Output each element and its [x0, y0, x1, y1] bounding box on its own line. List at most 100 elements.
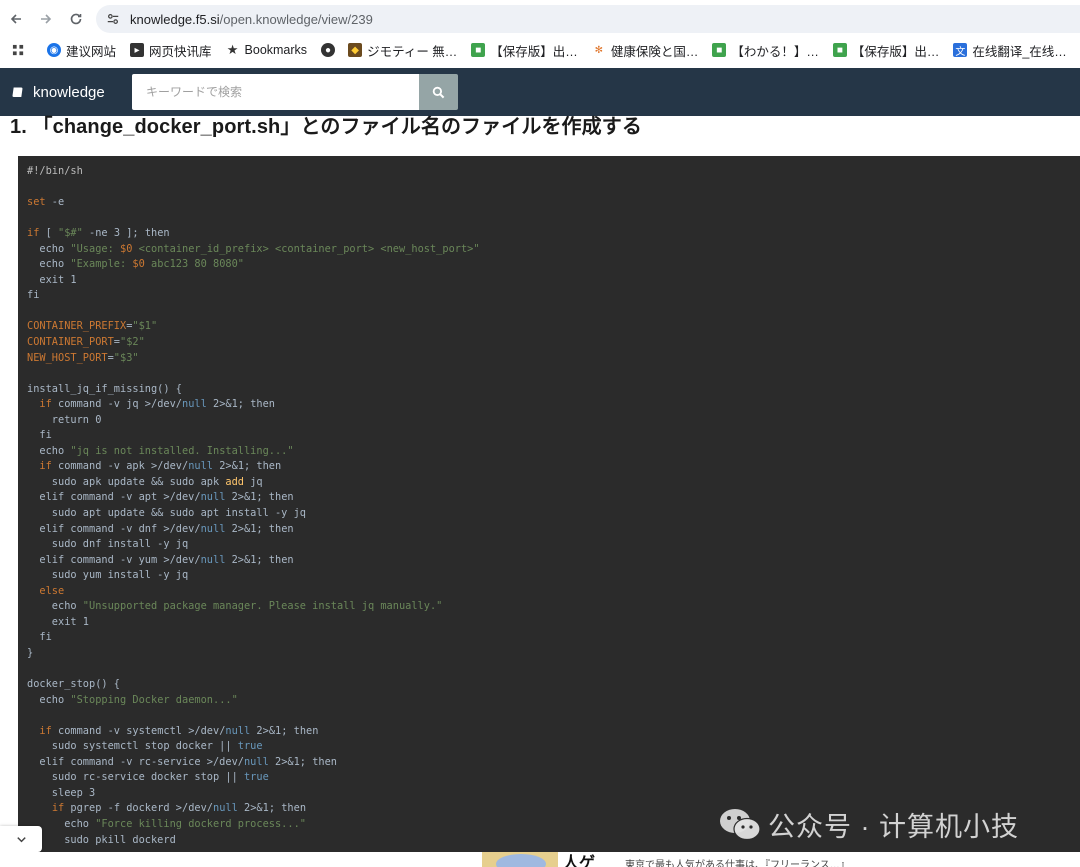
- code-token: echo: [27, 600, 83, 613]
- code-token: else: [39, 584, 65, 597]
- search-button[interactable]: [419, 74, 458, 110]
- code-line: if command -v apk >/dev/null 2>&1; then: [27, 459, 480, 475]
- ad-text[interactable]: 東京で最も人気がある仕事は、『フリーランス…』: [625, 856, 850, 867]
- code-token: <container_id_prefix> <container_port> <…: [132, 242, 480, 255]
- code-token: "Unsupported package manager. Please ins…: [82, 600, 443, 613]
- code-token: null: [200, 553, 226, 566]
- code-token: "$#": [58, 227, 83, 240]
- code-token: jq: [244, 475, 263, 488]
- code-line: sudo dnf install -y jq: [27, 537, 480, 553]
- code-token: }: [27, 646, 34, 659]
- code-line: sudo rc-service docker stop || true: [27, 770, 480, 786]
- code-token: if: [39, 724, 52, 737]
- code-line: echo "jq is not installed. Installing...…: [27, 444, 480, 460]
- code-token: elif command -v dnf >/dev/: [27, 522, 201, 535]
- code-line: echo "Usage: $0 <container_id_prefix> <c…: [27, 242, 480, 258]
- code-token: if: [39, 460, 52, 473]
- code-line: NEW_HOST_PORT="$3": [27, 351, 480, 367]
- search-input[interactable]: [132, 74, 419, 110]
- bookmark-1[interactable]: ▸ 网页快讯库: [130, 41, 212, 60]
- ad-title[interactable]: 人ゲ: [563, 852, 595, 867]
- code-line: docker_stop() {: [27, 677, 480, 693]
- code-token: 2>&1; then: [237, 802, 307, 815]
- code-line: exit 1: [27, 615, 480, 631]
- bookmark-5[interactable]: ■ 【保存版】出…: [471, 41, 578, 60]
- site-info-icon[interactable]: [104, 10, 122, 28]
- code-token: sudo rc-service docker stop ||: [27, 771, 244, 784]
- forward-button[interactable]: [31, 4, 61, 34]
- ad-thumbnail[interactable]: [482, 852, 558, 867]
- code-token: NEW_HOST_PORT: [27, 351, 108, 364]
- brand-link[interactable]: knowledge: [11, 84, 132, 101]
- blue-paw-icon: ◉: [47, 43, 61, 57]
- url-host: knowledge.f5.si: [130, 11, 220, 27]
- code-block: #!/bin/sh set -e if [ "$#" -ne 3 ]; then…: [18, 156, 1080, 867]
- bookmark-8[interactable]: ■ 【保存版】出…: [832, 41, 939, 60]
- code-token: "Example:: [70, 258, 133, 271]
- code-token: null: [225, 724, 251, 737]
- code-line: echo "Force killing dockerd process...": [27, 817, 480, 833]
- wechat-icon: [720, 809, 761, 841]
- code-token: "$3": [113, 351, 139, 364]
- green-square-icon: ■: [832, 43, 847, 57]
- code-token: "jq is not installed. Installing...": [70, 444, 294, 457]
- code-token: "Force killing dockerd process...": [95, 817, 306, 830]
- code-token: sudo yum install -y jq: [27, 569, 189, 582]
- bookmarks-bar: ◉ 建议网站 ▸ 网页快讯库 ★ Bookmarks ● ◆ ジモティー 無… ■ 【保存…: [0, 38, 1080, 62]
- code-token: set: [27, 196, 46, 209]
- code-line: fi: [27, 428, 480, 444]
- flag-icon: ▸: [130, 43, 145, 57]
- code-token: if: [51, 802, 65, 815]
- code-token: #!/bin/sh: [27, 165, 83, 177]
- code-line: sudo yum install -y jq: [27, 568, 480, 584]
- code-token: null: [243, 755, 269, 768]
- code-token: fi: [27, 631, 52, 644]
- code-token: true: [243, 771, 269, 784]
- code-line: #!/bin/sh: [27, 164, 480, 180]
- apps-grid-icon[interactable]: [12, 44, 25, 57]
- collapse-button[interactable]: [0, 826, 42, 852]
- address-bar[interactable]: knowledge.f5.si/open.knowledge/view/239: [96, 5, 1080, 33]
- code-line: echo "Unsupported package manager. Pleas…: [27, 599, 480, 615]
- code-token: sudo dnf install -y jq: [27, 538, 189, 551]
- code-token: echo: [27, 258, 71, 271]
- bookmark-6[interactable]: ✻ 健康保険と国…: [592, 41, 699, 60]
- code-token: null: [200, 522, 226, 535]
- code-token: sudo systemctl stop docker ||: [27, 740, 238, 753]
- code-line: elif command -v apt >/dev/null 2>&1; the…: [27, 490, 480, 506]
- bookmark-7[interactable]: ■ 【わかる！】…: [712, 41, 819, 60]
- code-token: if: [27, 227, 40, 240]
- bookmark-9[interactable]: 文在线翻译_在线…: [953, 41, 1067, 60]
- code-line: elif command -v rc-service >/dev/null 2>…: [27, 755, 480, 771]
- bookmark-0[interactable]: ◉ 建议网站: [47, 41, 116, 60]
- reload-button[interactable]: [61, 4, 91, 34]
- code-token: sudo pkill dockerd: [27, 833, 176, 846]
- code-token: command -v apk >/dev/: [51, 460, 189, 473]
- star-icon: ★: [226, 42, 239, 57]
- code-line: CONTAINER_PORT="$2": [27, 335, 480, 351]
- search-icon: [432, 86, 445, 98]
- code-token: 2>&1; then: [206, 398, 276, 411]
- code-line: elif command -v dnf >/dev/null 2>&1; the…: [27, 522, 480, 538]
- brand-name: knowledge: [33, 83, 105, 101]
- code-token: CONTAINER_PREFIX: [27, 320, 127, 333]
- code-token: null: [200, 491, 226, 504]
- code-token: sudo apk update && sudo apk: [27, 475, 226, 488]
- code-line: CONTAINER_PREFIX="$1": [27, 319, 480, 335]
- code-token: elif command -v yum >/dev/: [27, 553, 201, 566]
- site-navbar: knowledge: [0, 68, 1080, 116]
- code-token: command -v jq >/dev/: [51, 398, 182, 411]
- code-token: docker_stop() {: [27, 678, 120, 691]
- code-token: sudo apt update && sudo apt install -y j…: [27, 507, 306, 520]
- code-token: pgrep -f dockerd >/dev/: [64, 802, 214, 815]
- bookmark-4[interactable]: ◆ ジモティー 無…: [348, 41, 457, 60]
- back-button[interactable]: [1, 4, 31, 34]
- bookmark-2[interactable]: ★ Bookmarks: [226, 42, 307, 57]
- code-token: null: [188, 460, 214, 473]
- bookmark-3[interactable]: ●: [321, 43, 340, 57]
